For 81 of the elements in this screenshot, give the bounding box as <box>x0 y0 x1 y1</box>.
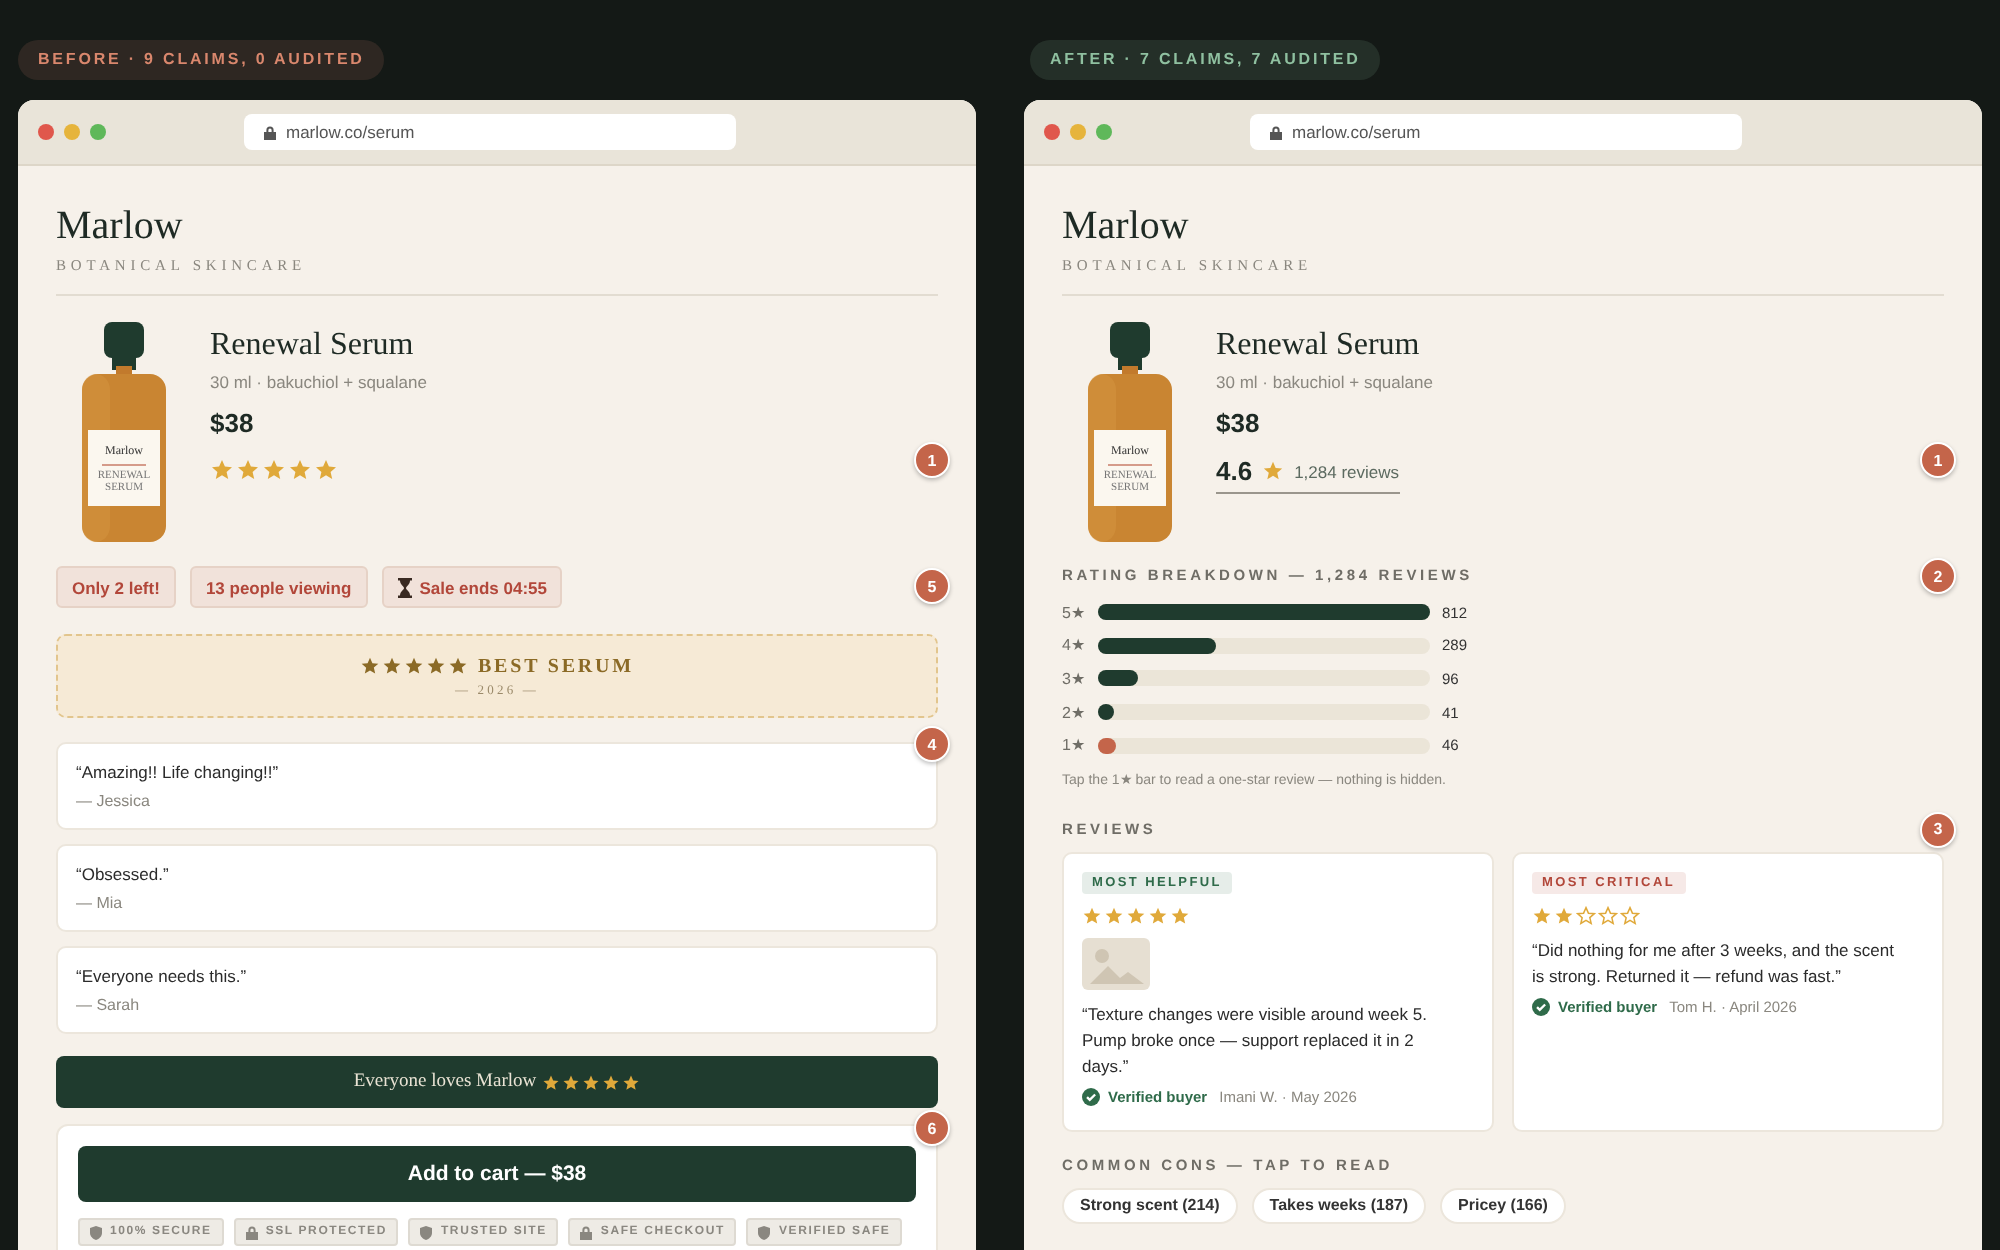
brand-name: Marlow <box>56 202 185 250</box>
url-text: marlow.co/serum <box>1292 122 1421 142</box>
step-marker: 6 <box>914 1110 950 1146</box>
review-text: “Texture changes were visible around week 5. Pump broke once — support replaced it in 2 days.” <box>1082 1001 1429 1080</box>
step-marker: 1 <box>914 442 950 478</box>
con-chip[interactable]: Strong scent (214) <box>1062 1187 1238 1224</box>
star-icon <box>236 458 260 482</box>
star-icon <box>262 458 286 482</box>
star-icon <box>1532 905 1552 926</box>
product-price: $38 <box>210 406 254 442</box>
panel-badge: AFTER · 7 CLAIMS, 7 AUDITED <box>1030 40 1381 80</box>
lock-icon <box>580 1225 593 1239</box>
rating-label: 2★ <box>1062 703 1087 722</box>
image-placeholder-icon <box>1082 937 1150 990</box>
product-spec: 30 ml · bakuchiol + squalane <box>210 370 427 394</box>
url-text: marlow.co/serum <box>286 122 415 142</box>
testimonial-quote: “Everyone needs this.” <box>76 964 249 988</box>
star-icon <box>1148 905 1168 926</box>
shield-icon <box>758 1225 771 1239</box>
star-icon <box>1554 905 1574 926</box>
star-icon <box>542 1073 561 1091</box>
product-name: Renewal Serum <box>1216 326 1420 366</box>
testimonial-author: — Jessica <box>76 790 152 812</box>
rating-label: 4★ <box>1062 636 1087 655</box>
lock-icon <box>245 1225 258 1239</box>
star-icon <box>359 656 380 676</box>
star-icon <box>562 1073 581 1091</box>
tag-text: 13 people viewing <box>205 577 352 597</box>
lock-icon <box>1270 125 1282 139</box>
rating-label: 3★ <box>1062 669 1087 688</box>
con-chip[interactable]: Pricey (166) <box>1440 1187 1566 1224</box>
add-to-cart-button[interactable]: Add to cart — $38 <box>78 1146 916 1202</box>
product-name: Renewal Serum <box>210 326 414 366</box>
banner-text: Everyone loves Marlow <box>353 1072 537 1092</box>
step-marker: 1 <box>1920 442 1956 478</box>
star-icon <box>582 1073 601 1091</box>
rating-label: 1★ <box>1062 736 1087 755</box>
address-bar[interactable]: marlow.co/serum <box>244 114 736 150</box>
shield-icon <box>90 1225 102 1239</box>
testimonial-author: — Sarah <box>76 994 142 1016</box>
star-icon <box>1170 905 1190 926</box>
brand-name: Marlow <box>1062 202 1191 250</box>
star-icon <box>602 1073 621 1091</box>
lock-icon <box>264 125 276 139</box>
star-icon <box>447 656 468 676</box>
testimonial-author: — Mia <box>76 892 125 914</box>
star-icon <box>1126 905 1146 926</box>
tag-text: Sale ends 04:55 <box>419 577 547 597</box>
check-icon <box>1082 1087 1100 1106</box>
star-icon <box>1082 905 1102 926</box>
step-marker: 2 <box>1920 558 1956 594</box>
step-marker: 4 <box>914 726 950 762</box>
star-icon <box>425 656 446 676</box>
rating-label: 5★ <box>1062 603 1087 622</box>
product-spec: 30 ml · bakuchiol + squalane <box>1216 370 1433 394</box>
review-text: “Did nothing for me after 3 weeks, and the scent is strong. Returned it — refund was fast.” <box>1532 937 1896 990</box>
product-price: $38 <box>1216 406 1260 442</box>
star-icon <box>403 656 424 676</box>
star-icon <box>1576 905 1596 926</box>
hourglass-icon <box>397 577 412 597</box>
star-icon <box>1104 905 1124 926</box>
award-title: BEST SERUM <box>477 655 634 677</box>
star-icon <box>314 458 338 482</box>
star-icon <box>288 458 312 482</box>
step-marker: 3 <box>1920 811 1956 848</box>
tag-text: Only 2 left! <box>72 577 160 597</box>
reviews-link[interactable]: 4.6 1,284 reviews <box>1216 456 1400 494</box>
con-chip[interactable]: Takes weeks (187) <box>1251 1187 1427 1224</box>
star-icon <box>1262 460 1285 482</box>
star-icon <box>1598 905 1618 926</box>
testimonial-quote: “Amazing!! Life changing!!” <box>76 760 281 784</box>
shield-icon <box>420 1225 433 1239</box>
star-icon <box>1620 905 1640 926</box>
check-icon <box>1532 997 1550 1016</box>
star-icon <box>622 1073 641 1091</box>
step-marker: 5 <box>914 568 950 604</box>
panel-badge: BEFORE · 9 CLAIMS, 0 AUDITED <box>18 40 385 80</box>
testimonial-quote: “Obsessed.” <box>76 862 171 886</box>
address-bar[interactable]: marlow.co/serum <box>1250 114 1742 150</box>
star-icon <box>381 656 402 676</box>
star-icon <box>210 458 234 482</box>
